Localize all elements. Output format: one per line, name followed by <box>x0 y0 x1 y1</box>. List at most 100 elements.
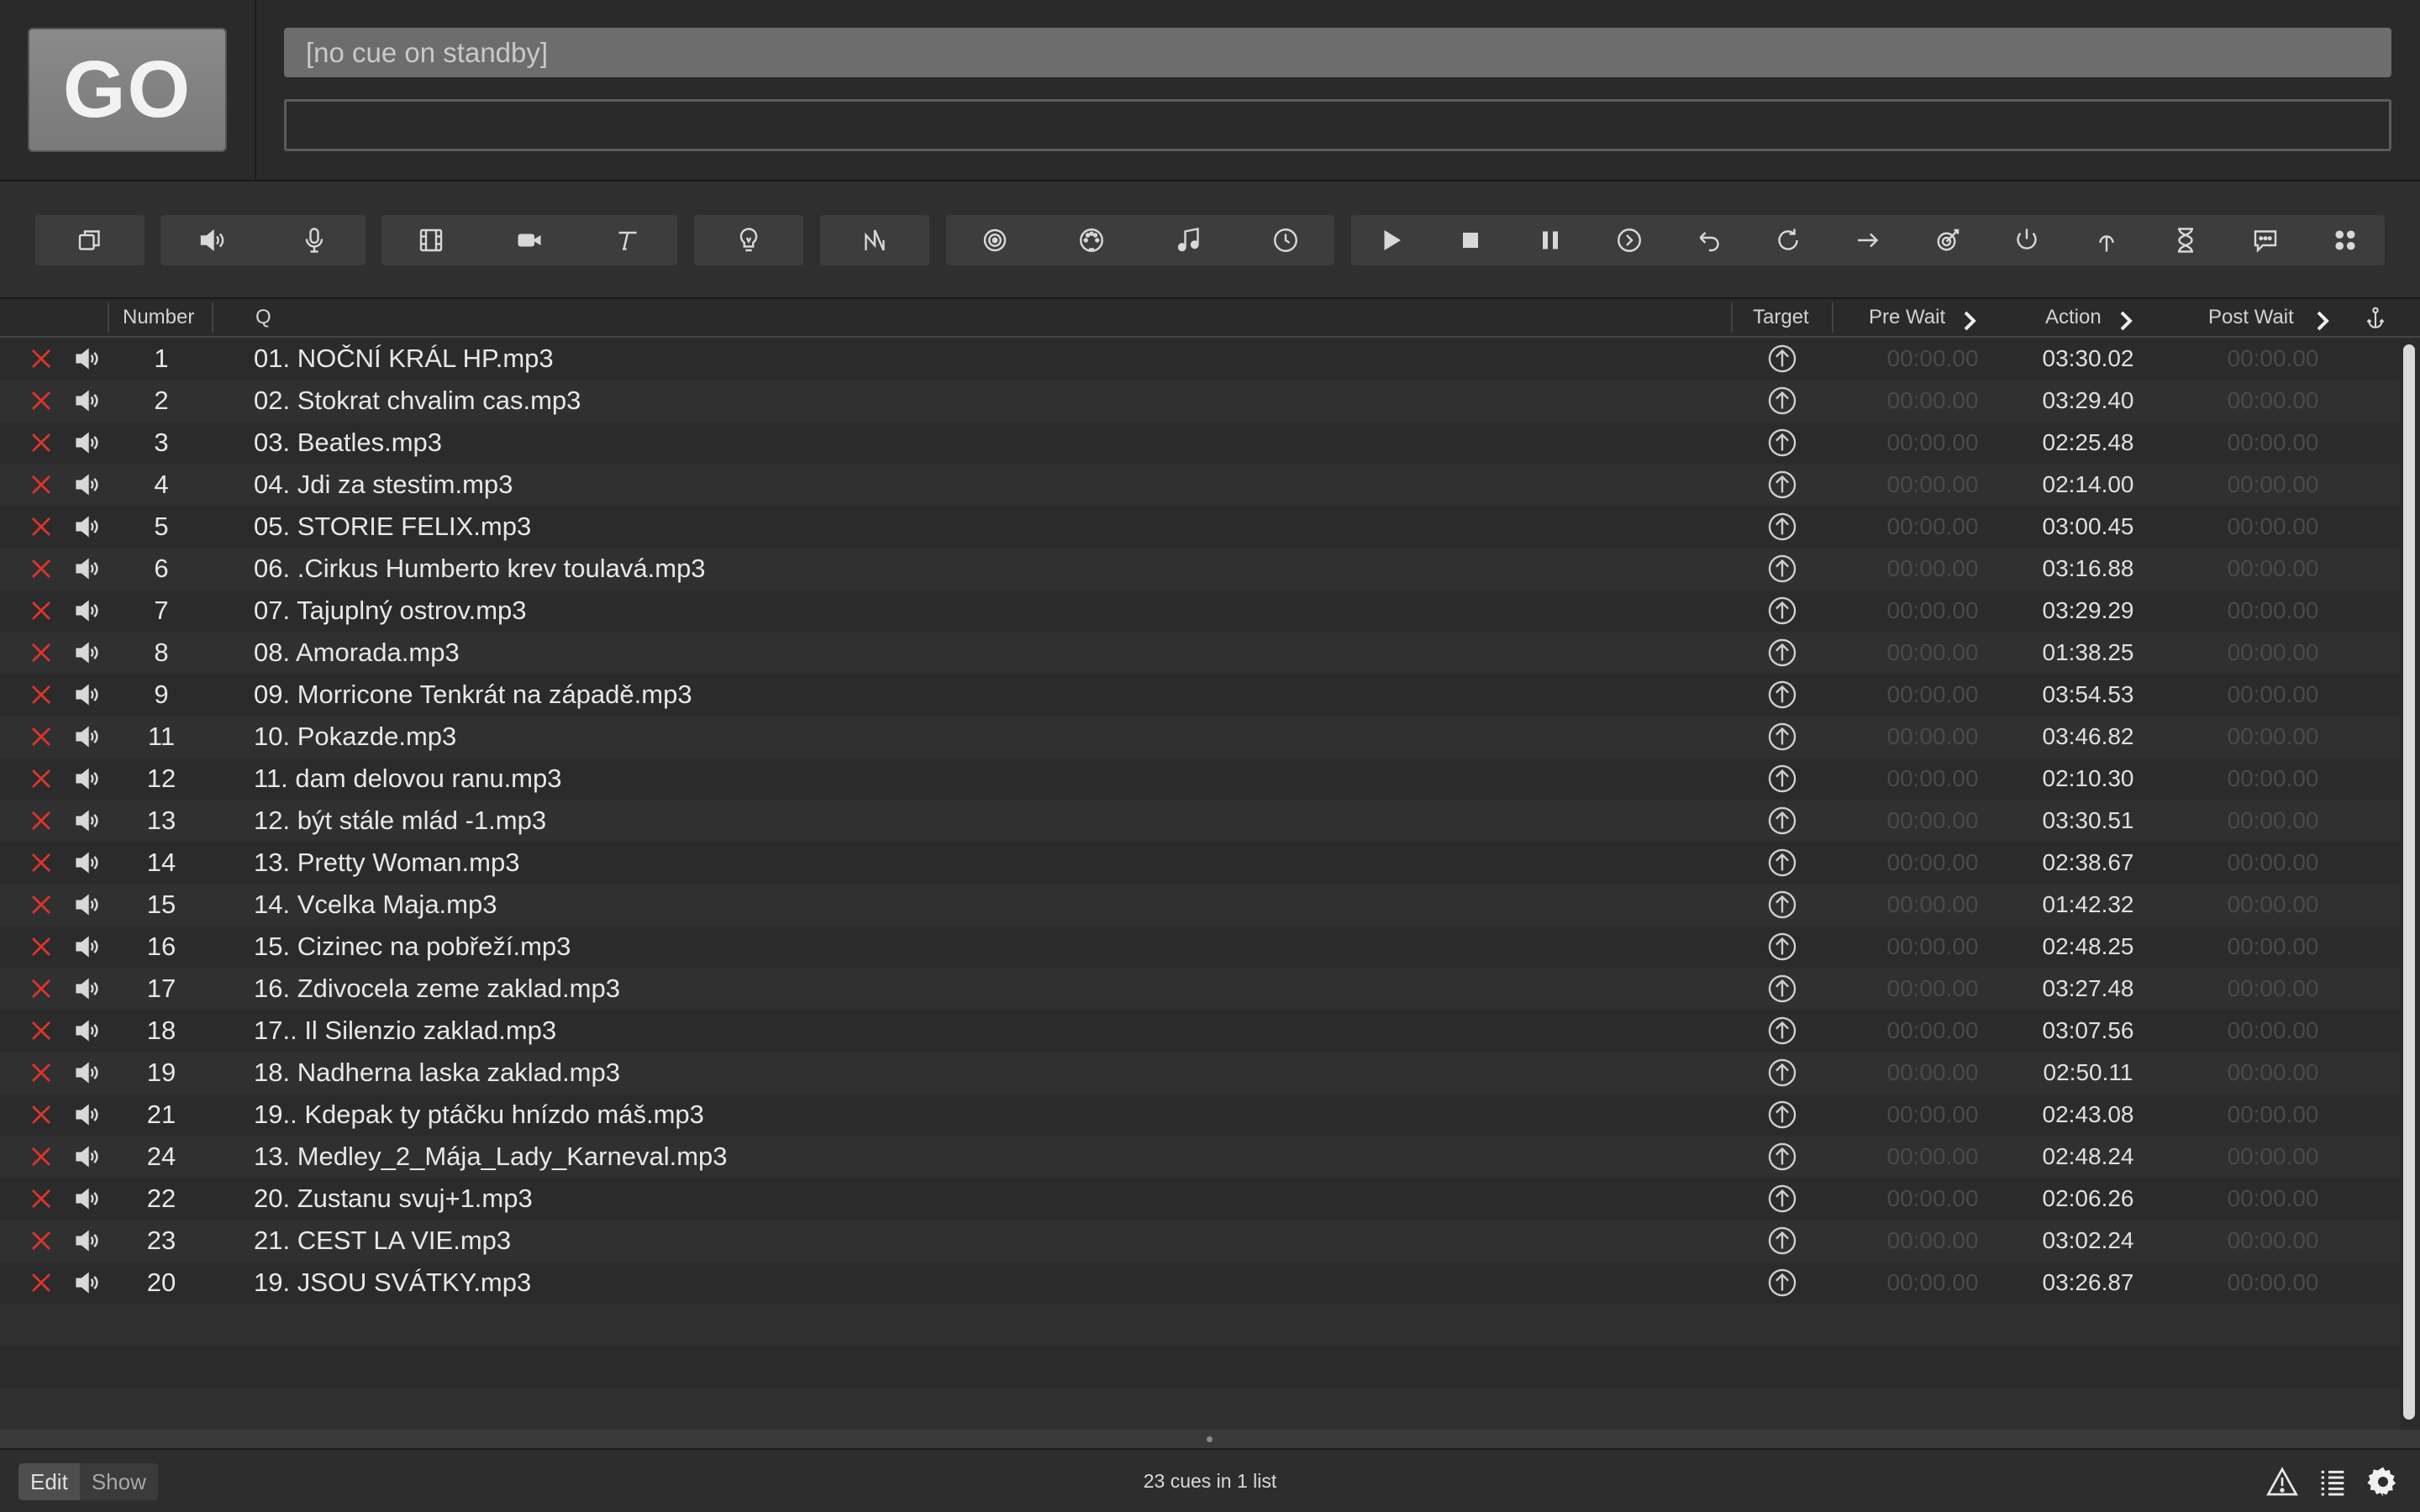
cue-action-duration[interactable]: 02:48.24 <box>2033 1136 2143 1178</box>
cue-action-duration[interactable]: 02:50.11 <box>2033 1052 2143 1094</box>
mic-icon[interactable] <box>289 215 339 265</box>
cue-row[interactable]: 22 20. Zustanu svuj+1.mp3 00:00.00 02:06.26… <box>0 1178 2400 1220</box>
midi-icon[interactable] <box>1066 215 1117 265</box>
cue-postwait[interactable]: 00:00.00 <box>2206 1262 2340 1304</box>
cue-prewait[interactable]: 00:00.00 <box>1865 800 2000 842</box>
cue-row[interactable]: 18 17.. Il Silenzio zaklad.mp3 00:00.00 03:… <box>0 1010 2400 1052</box>
cue-name[interactable]: 01. NOČNÍ KRÁL HP.mp3 <box>254 338 554 380</box>
target-arrow-icon[interactable] <box>1766 1220 1800 1262</box>
target-arrow-icon[interactable] <box>1766 380 1800 422</box>
cue-action-duration[interactable]: 03:02.24 <box>2033 1220 2143 1262</box>
target-arrow-icon[interactable] <box>1766 1262 1800 1304</box>
target-arrow-icon[interactable] <box>1766 758 1800 800</box>
load-icon[interactable] <box>1604 215 1655 265</box>
cue-number[interactable]: 20 <box>118 1262 205 1304</box>
cue-number[interactable]: 13 <box>118 800 205 842</box>
cue-prewait[interactable]: 00:00.00 <box>1865 380 2000 422</box>
go-button[interactable]: GO <box>28 28 227 152</box>
cue-row[interactable]: 17 16. Zdivocela zeme zaklad.mp3 00:00.00 0… <box>0 968 2400 1010</box>
cue-number[interactable]: 18 <box>118 1010 205 1052</box>
target-arrow-icon[interactable] <box>1766 968 1800 1010</box>
cue-row[interactable]: 15 14. Vcelka Maja.mp3 00:00.00 01:42.32 00:… <box>0 884 2400 926</box>
cue-action-duration[interactable]: 02:38.67 <box>2033 842 2143 884</box>
fade-icon[interactable] <box>850 215 900 265</box>
target-arrow-icon[interactable] <box>1766 548 1800 590</box>
cue-name[interactable]: 08. Amorada.mp3 <box>254 632 460 674</box>
cue-action-duration[interactable]: 02:25.48 <box>2033 422 2143 464</box>
cue-prewait[interactable]: 00:00.00 <box>1865 1010 2000 1052</box>
header-prewait[interactable]: Pre Wait <box>1869 299 1945 336</box>
header-number[interactable]: Number <box>123 299 194 336</box>
cue-prewait[interactable]: 00:00.00 <box>1865 1136 2000 1178</box>
scrollbar-thumb[interactable] <box>2403 344 2415 1420</box>
cue-number[interactable]: 17 <box>118 968 205 1010</box>
cue-row[interactable]: 3 03. Beatles.mp3 00:00.00 02:25.48 00:00.00 <box>0 422 2400 464</box>
cue-row[interactable]: 13 12. být stále mlád -1.mp3 00:00.00 03:30… <box>0 800 2400 842</box>
settings-gear-icon[interactable] <box>2366 1465 2400 1499</box>
cue-row[interactable]: 21 19.. Kdepak ty ptáčku hnízdo máš.mp3 00… <box>0 1094 2400 1136</box>
cue-name[interactable]: 15. Cizinec na pobřeží.mp3 <box>254 926 571 968</box>
cue-name[interactable]: 06. .Cirkus Humberto krev toulavá.mp3 <box>254 548 706 590</box>
target-icon[interactable] <box>1923 215 1973 265</box>
target-arrow-icon[interactable] <box>1766 422 1800 464</box>
script-icon[interactable] <box>2320 215 2370 265</box>
cue-action-duration[interactable]: 03:26.87 <box>2033 1262 2143 1304</box>
cue-action-duration[interactable]: 02:10.30 <box>2033 758 2143 800</box>
action-chevron-icon[interactable] <box>2116 307 2136 331</box>
target-arrow-icon[interactable] <box>1766 842 1800 884</box>
pause-icon[interactable] <box>1525 215 1576 265</box>
arm-icon[interactable] <box>2002 215 2052 265</box>
cue-postwait[interactable]: 00:00.00 <box>2206 674 2340 716</box>
stop-icon[interactable] <box>1445 215 1496 265</box>
cue-prewait[interactable]: 00:00.00 <box>1865 1094 2000 1136</box>
video-icon[interactable] <box>406 215 456 265</box>
cue-name[interactable]: 12. být stále mlád -1.mp3 <box>254 800 546 842</box>
cue-postwait[interactable]: 00:00.00 <box>2206 632 2340 674</box>
cue-name[interactable]: 21. CEST LA VIE.mp3 <box>254 1220 511 1262</box>
cue-number[interactable]: 21 <box>118 1094 205 1136</box>
audio-icon[interactable] <box>187 215 237 265</box>
disarm-icon[interactable] <box>2081 215 2132 265</box>
continue-mode-icon[interactable] <box>2365 306 2386 329</box>
target-arrow-icon[interactable] <box>1766 1136 1800 1178</box>
memo-icon[interactable] <box>2240 215 2291 265</box>
target-arrow-icon[interactable] <box>1766 1010 1800 1052</box>
cue-postwait[interactable]: 00:00.00 <box>2206 1178 2340 1220</box>
cue-number[interactable]: 15 <box>118 884 205 926</box>
cue-name[interactable]: 16. Zdivocela zeme zaklad.mp3 <box>254 968 620 1010</box>
target-arrow-icon[interactable] <box>1766 674 1800 716</box>
cue-prewait[interactable]: 00:00.00 <box>1865 1178 2000 1220</box>
cue-postwait[interactable]: 00:00.00 <box>2206 1052 2340 1094</box>
cue-row[interactable]: 5 05. STORIE FELIX.mp3 00:00.00 03:00.45 00:… <box>0 506 2400 548</box>
cue-action-duration[interactable]: 03:27.48 <box>2033 968 2143 1010</box>
cue-prewait[interactable]: 00:00.00 <box>1865 338 2000 380</box>
cue-name[interactable]: 14. Vcelka Maja.mp3 <box>254 884 497 926</box>
cue-row[interactable]: 12 11. dam delovou ranu.mp3 00:00.00 02:10.… <box>0 758 2400 800</box>
cue-action-duration[interactable]: 02:48.25 <box>2033 926 2143 968</box>
cue-number[interactable]: 16 <box>118 926 205 968</box>
cue-postwait[interactable]: 00:00.00 <box>2206 422 2340 464</box>
cue-number[interactable]: 4 <box>118 464 205 506</box>
target-arrow-icon[interactable] <box>1766 1052 1800 1094</box>
cue-prewait[interactable]: 00:00.00 <box>1865 506 2000 548</box>
cue-number[interactable]: 7 <box>118 590 205 632</box>
music-icon[interactable] <box>1164 215 1214 265</box>
cue-row[interactable]: 14 13. Pretty Woman.mp3 00:00.00 02:38.67 00… <box>0 842 2400 884</box>
header-action[interactable]: Action <box>2045 299 2102 336</box>
cue-prewait[interactable]: 00:00.00 <box>1865 884 2000 926</box>
cue-row[interactable]: 9 09. Morricone Tenkrát na západě.mp3 00:0… <box>0 674 2400 716</box>
cue-name[interactable]: 03. Beatles.mp3 <box>254 422 442 464</box>
cue-name[interactable]: 09. Morricone Tenkrát na západě.mp3 <box>254 674 692 716</box>
target-arrow-icon[interactable] <box>1766 632 1800 674</box>
cue-postwait[interactable]: 00:00.00 <box>2206 1010 2340 1052</box>
cue-action-duration[interactable]: 03:07.56 <box>2033 1010 2143 1052</box>
cue-postwait[interactable]: 00:00.00 <box>2206 506 2340 548</box>
cue-prewait[interactable]: 00:00.00 <box>1865 1262 2000 1304</box>
cue-postwait[interactable]: 00:00.00 <box>2206 926 2340 968</box>
warning-icon[interactable] <box>2265 1465 2299 1499</box>
cue-postwait[interactable]: 00:00.00 <box>2206 338 2340 380</box>
cue-action-duration[interactable]: 02:06.26 <box>2033 1178 2143 1220</box>
list-icon[interactable] <box>2316 1465 2349 1499</box>
header-q[interactable]: Q <box>255 299 271 336</box>
cue-name[interactable]: 07. Tajuplný ostrov.mp3 <box>254 590 527 632</box>
